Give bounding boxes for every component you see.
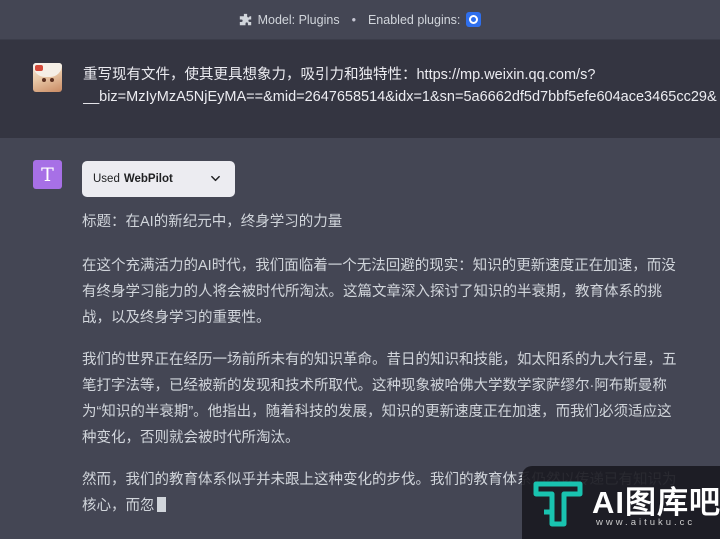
puzzle-icon (239, 13, 252, 26)
response-title: 标题：在AI的新纪元中，终身学习的力量 (82, 214, 343, 230)
watermark-text: AI图库吧 (592, 485, 720, 520)
used-plugin-dropdown[interactable]: Used WebPilot (82, 161, 235, 197)
typing-cursor (156, 497, 166, 512)
user-message-row: 重写现有文件，使其更具想象力，吸引力和独特性：https://mp.weixin… (0, 40, 720, 138)
model-label: Model: Plugins (257, 12, 340, 27)
watermark: AI图库吧 www.aituku.cc (522, 466, 720, 539)
user-avatar (33, 63, 62, 92)
user-message-line: __biz=MzIyMzA5NjEyMA==&mid=2647658514&id… (83, 89, 717, 105)
assistant-avatar: T (33, 160, 62, 189)
watermark-logo-icon (533, 481, 583, 527)
response-paragraph: 我们的世界正在经历一场前所未有的知识革命。昔日的知识和技能，如太阳系的九大行星，… (82, 352, 677, 446)
used-plugin-prefix: Used (93, 173, 120, 185)
model-info-bar: Model: Plugins • Enabled plugins: (0, 0, 720, 40)
response-paragraph: 在这个充满活力的AI时代，我们面临着一个无法回避的现实：知识的更新速度正在加速，… (82, 258, 676, 326)
separator-dot: • (351, 12, 356, 27)
user-message-text: 重写现有文件，使其更具想象力，吸引力和独特性：https://mp.weixin… (83, 64, 720, 108)
watermark-url: www.aituku.cc (596, 517, 696, 528)
chevron-down-icon (210, 173, 221, 184)
webpilot-plugin-icon[interactable] (466, 12, 482, 27)
enabled-plugins-label: Enabled plugins: (367, 12, 461, 27)
user-message-line: 重写现有文件，使其更具想象力，吸引力和独特性：https://mp.weixin… (83, 67, 596, 83)
used-plugin-name: WebPilot (123, 173, 173, 185)
